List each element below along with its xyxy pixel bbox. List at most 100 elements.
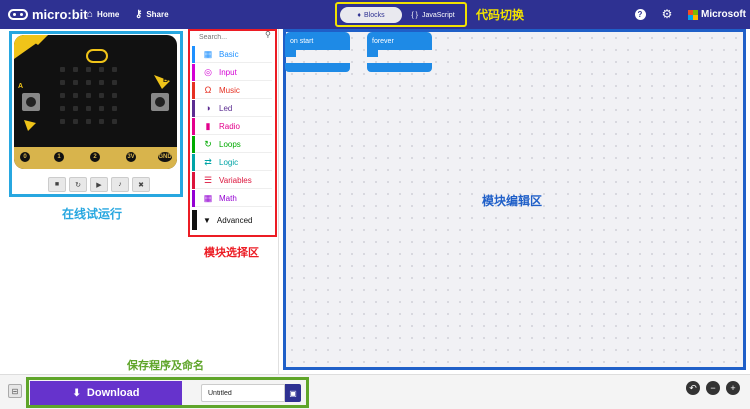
category-color-bar [192, 189, 195, 207]
microsoft-grid-icon [688, 9, 698, 20]
share-button[interactable]: ⚷ Share [135, 7, 169, 22]
home-icon: ⌂ [87, 9, 94, 20]
led [60, 80, 65, 85]
led [86, 106, 91, 111]
collapse-simulator-button[interactable]: ⊟ [8, 384, 22, 398]
download-label: Download [86, 387, 140, 399]
editor-mode-toggle: ♦ Blocks { } JavaScript [335, 2, 467, 27]
led [60, 93, 65, 98]
toolbox-category-input[interactable]: ◎ Input [192, 63, 272, 81]
headphones-icon: Ω [204, 85, 212, 95]
zoom-out-icon[interactable]: − [706, 381, 720, 395]
led [99, 119, 104, 124]
tab-javascript[interactable]: { } JavaScript [403, 7, 463, 23]
button-b[interactable] [151, 93, 169, 111]
restart-icon[interactable]: ↻ [69, 177, 87, 192]
home-label: Home [97, 10, 120, 19]
toolbox-category-logic[interactable]: ⇄ Logic [192, 153, 272, 171]
forever-block-header: forever [367, 32, 432, 50]
led [99, 80, 104, 85]
toolbox-category-music[interactable]: Ω Music [192, 81, 272, 99]
category-label: Loops [219, 139, 241, 149]
category-color-bar [192, 153, 195, 171]
stop-icon[interactable]: ■ [48, 177, 66, 192]
category-color-bar [192, 171, 195, 189]
category-color-bar [192, 135, 195, 153]
toolbox-category-loops[interactable]: ↻ Loops [192, 135, 272, 153]
microbit-logo[interactable]: micro:bit [8, 6, 88, 23]
toggle-icon: ◑ [205, 103, 211, 113]
category-label: Led [219, 103, 233, 113]
category-color-bar [192, 45, 195, 63]
forever-block[interactable]: forever [367, 32, 432, 72]
share-icon: ⚷ [135, 9, 143, 20]
grid-icon: ▦ [203, 48, 213, 59]
led-matrix [60, 67, 117, 124]
microbit-logo-icon [8, 9, 28, 20]
led [73, 119, 78, 124]
fullscreen-icon[interactable]: ✖ [132, 177, 150, 192]
pin-1[interactable]: 1 [52, 150, 66, 164]
microsoft-logo[interactable]: Microsoft [688, 9, 746, 20]
mute-icon[interactable]: ♪ [111, 177, 129, 192]
pin-0[interactable]: 0 [18, 150, 32, 164]
project-name-input[interactable] [201, 384, 285, 402]
category-color-bar [192, 99, 195, 117]
zoom-in-icon[interactable]: + [726, 381, 740, 395]
shuffle-icon: ⇄ [204, 156, 212, 167]
toolbox-category-led[interactable]: ◑ Led [192, 99, 272, 117]
pin-3v[interactable]: 3V [124, 150, 138, 164]
led [112, 106, 117, 111]
led [60, 106, 65, 111]
on-start-block-slot [285, 50, 296, 57]
microbit-board[interactable]: A B 0 1 2 3V GND [14, 35, 177, 169]
category-label: Variables [219, 175, 252, 185]
led [86, 119, 91, 124]
logo-touch-icon[interactable] [86, 49, 108, 63]
pin-gnd[interactable]: GND [156, 150, 174, 164]
pin-2[interactable]: 2 [88, 150, 102, 164]
share-label: Share [146, 10, 169, 19]
on-start-block[interactable]: on start [285, 32, 350, 72]
gear-icon[interactable]: ⚙ [661, 7, 673, 21]
tab-blocks[interactable]: ♦ Blocks [340, 7, 402, 23]
forever-block-footer [367, 63, 432, 72]
pin-gnd-label: GND [158, 154, 172, 160]
javascript-label: JavaScript [421, 11, 455, 19]
led [86, 67, 91, 72]
toolbox-category-math[interactable]: ▦ Math [192, 189, 272, 207]
search-icon[interactable]: ⚲ [265, 30, 275, 40]
button-a-label: A [18, 83, 24, 90]
slowmo-icon[interactable]: ▶ [90, 177, 108, 192]
undo-icon[interactable]: ↶ [686, 381, 700, 395]
led [73, 106, 78, 111]
simulator-controls: ■ ↻ ▶ ♪ ✖ [48, 177, 150, 192]
category-label: Radio [219, 121, 240, 131]
logo-text: micro:bit [32, 7, 88, 22]
help-icon[interactable]: ? [634, 8, 646, 20]
led [112, 67, 117, 72]
category-label: Music [219, 85, 240, 95]
download-icon: ⬇ [72, 387, 81, 399]
led [73, 80, 78, 85]
led [73, 93, 78, 98]
annotation-block-select: 模块选择区 [204, 247, 259, 259]
home-button[interactable]: ⌂ Home [87, 7, 119, 22]
led [86, 93, 91, 98]
toolbox-advanced[interactable]: ▼ Advanced [192, 210, 272, 230]
save-icon[interactable]: ▣ [285, 384, 301, 402]
on-start-block-footer [285, 63, 350, 72]
toolbox-category-radio[interactable]: ▮ Radio [192, 117, 272, 135]
toolbox-search-input[interactable] [199, 32, 273, 43]
led [86, 80, 91, 85]
download-button[interactable]: ⬇ Download [30, 381, 182, 405]
led [112, 119, 117, 124]
toolbox-category-basic[interactable]: ▦ Basic [192, 45, 272, 63]
on-start-block-header: on start [285, 32, 350, 50]
blocks-label: Blocks [363, 11, 385, 19]
annotation-block-edit: 模块编辑区 [482, 194, 543, 208]
category-label: Basic [219, 49, 239, 59]
button-a[interactable] [22, 93, 40, 111]
toolbox-category-variables[interactable]: ☰ Variables [192, 171, 272, 189]
forever-block-slot [367, 50, 378, 57]
